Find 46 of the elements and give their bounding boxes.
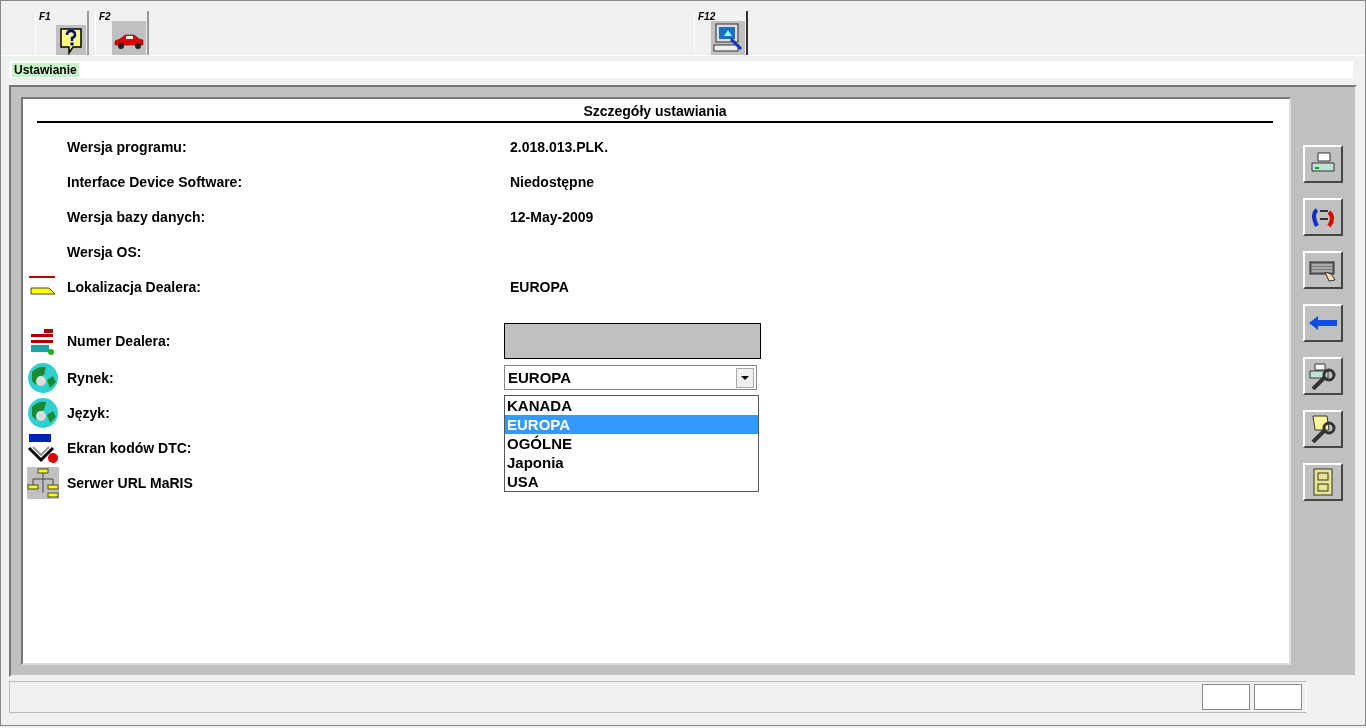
field-label: Lokalizacja Dealera:: [67, 278, 202, 295]
function-key-button[interactable]: F2: [95, 11, 149, 55]
dropdown-arrow-button[interactable]: [736, 367, 754, 388]
printer-wrench-icon: [1309, 362, 1337, 390]
globe-icon: [27, 396, 59, 429]
caret-icon: [741, 375, 749, 380]
toolbar-button[interactable]: [1303, 410, 1343, 448]
file-cabinet-icon: [1312, 468, 1334, 496]
field-value: EUROPA: [510, 278, 569, 295]
dropdown-option[interactable]: Japonia: [505, 453, 758, 472]
dropdown-option[interactable]: KANADA: [505, 396, 758, 415]
computer-icon: [711, 21, 745, 55]
field-label: Ekran kodów DTC:: [67, 439, 193, 456]
field-value: 12-May-2009: [510, 208, 594, 225]
field-label: Język:: [67, 404, 111, 421]
function-key-button[interactable]: F1: [35, 11, 89, 55]
status-field: [1254, 684, 1302, 710]
toolbar-button[interactable]: [1303, 304, 1343, 342]
status-field: [1202, 684, 1250, 710]
dropdown-option[interactable]: OGÓLNE: [505, 434, 758, 453]
field-label: Numer Dealera:: [67, 333, 172, 349]
toolbar-button[interactable]: [1303, 463, 1343, 501]
field-label: Wersja programu:: [67, 138, 188, 155]
back-arrow-icon: [1309, 315, 1337, 331]
input-field[interactable]: [504, 323, 761, 359]
dropdown[interactable]: EUROPA: [504, 365, 757, 390]
dropdown-option[interactable]: USA: [505, 472, 758, 491]
toolbar-button[interactable]: [1303, 198, 1343, 236]
globe-icon: [27, 361, 59, 394]
keyboard-icon: [1309, 258, 1337, 282]
field-label: Wersja OS:: [67, 243, 143, 260]
panel-title: Szczegóły ustawiania: [37, 99, 1273, 123]
function-key-button[interactable]: F12: [694, 11, 748, 55]
field-label: Interface Device Software:: [67, 173, 244, 190]
toolbar-button[interactable]: [1303, 251, 1343, 289]
help-icon: [56, 25, 86, 55]
field-value: Niedostępne: [510, 173, 594, 190]
breadcrumb-label: Ustawianie: [12, 62, 79, 77]
field-label: Serwer URL MaRIS: [67, 474, 194, 491]
toolbar-button[interactable]: [1303, 357, 1343, 395]
field-value: 2.018.013.PLK.: [510, 138, 609, 155]
field-label: Rynek:: [67, 369, 115, 386]
field-label: Wersja bazy danych:: [67, 208, 207, 225]
document-wrench-icon: [1309, 415, 1337, 443]
toolbar-button[interactable]: [1303, 145, 1343, 183]
flowchart-icon: [27, 466, 59, 499]
